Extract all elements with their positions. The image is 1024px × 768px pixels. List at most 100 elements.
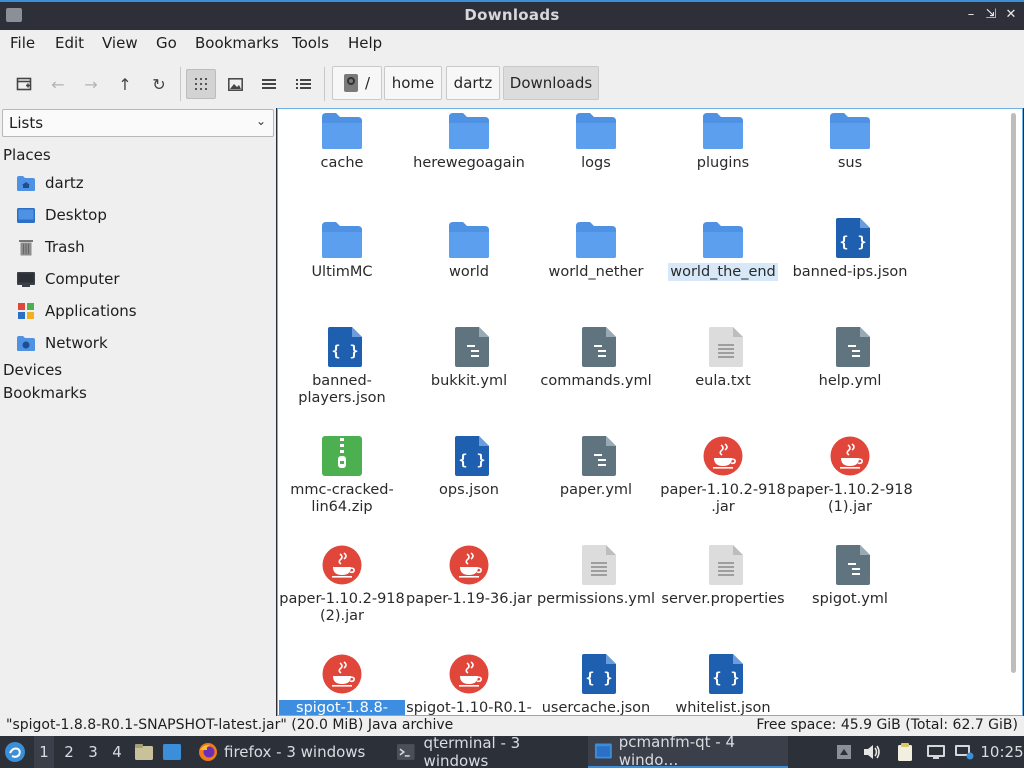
detailed-view-button[interactable]: [288, 69, 318, 99]
show-desktop-icon: [163, 744, 181, 760]
side-pane-mode-select[interactable]: Lists ⌄: [2, 109, 274, 137]
folder-file-icon: [703, 222, 743, 264]
toolbar-separator: [324, 67, 325, 101]
jar-file-icon: [703, 436, 743, 478]
title-bar: Downloads – ⇲ ✕: [0, 0, 1024, 30]
file-name: bukkit.yml: [430, 373, 508, 389]
chevron-down-icon: ⌄: [255, 114, 266, 128]
menu-view[interactable]: View: [102, 34, 138, 52]
arrow-right-icon: →: [84, 74, 98, 94]
svg-text:{ }: { }: [458, 451, 485, 469]
folder-file-icon: [449, 222, 489, 264]
arrow-up-icon: ↑: [118, 74, 132, 94]
file-view[interactable]: cache herewegoagain logs plugins sus UltimMC w…: [277, 108, 1023, 716]
file-name: commands.yml: [540, 373, 652, 389]
quicklaunch-desktop[interactable]: [162, 736, 184, 768]
place-applications[interactable]: Applications: [16, 298, 137, 324]
minimize-button[interactable]: –: [962, 6, 980, 24]
task-firefox[interactable]: firefox - 3 windows: [192, 736, 388, 768]
new-tab-icon: [16, 77, 32, 91]
folder-file-icon: [703, 113, 743, 155]
file-name: spigot.yml: [812, 591, 888, 607]
computer-icon: [16, 270, 36, 288]
start-menu-button[interactable]: [4, 736, 30, 768]
place-label: Computer: [45, 270, 120, 288]
file-name: UltimMC: [311, 264, 373, 280]
file-name: world: [449, 264, 489, 280]
breadcrumb-dartz[interactable]: dartz: [446, 66, 500, 100]
selection-info: "spigot-1.8.8-R0.1-SNAPSHOT-latest.jar" …: [6, 717, 454, 733]
clock[interactable]: 10:25: [980, 736, 1023, 768]
file-name: spigot-1.10-R0.1-: [406, 700, 532, 716]
place-label: Trash: [45, 238, 85, 256]
workspace-1[interactable]: 1: [34, 736, 54, 768]
tray-volume[interactable]: [862, 736, 884, 768]
place-trash[interactable]: Trash: [16, 234, 85, 260]
task-label: firefox - 3 windows: [224, 743, 366, 761]
file-name: plugins: [696, 155, 750, 171]
window-title: Downloads: [464, 6, 560, 24]
json-file-icon: { }: [706, 654, 746, 696]
file-name: mmc-cracked- lin64.zip: [290, 482, 394, 515]
thumbnail-view-button[interactable]: [220, 69, 250, 99]
file-name: logs: [581, 155, 611, 171]
quicklaunch-files[interactable]: [134, 736, 156, 768]
menu-bookmarks[interactable]: Bookmarks: [195, 34, 279, 52]
tray-network[interactable]: [954, 736, 976, 768]
place-network[interactable]: Network: [16, 330, 108, 356]
jar-file-icon: [449, 654, 489, 696]
breadcrumb-home[interactable]: home: [384, 66, 442, 100]
file-name: spigot-1.8.8-: [279, 700, 405, 715]
svg-text:{ }: { }: [585, 669, 612, 687]
status-bar: "spigot-1.8.8-R0.1-SNAPSHOT-latest.jar" …: [0, 716, 1024, 736]
text-file-icon: [706, 327, 746, 369]
reload-button[interactable]: ↻: [144, 69, 174, 99]
menu-edit[interactable]: Edit: [55, 34, 84, 52]
place-computer[interactable]: Computer: [16, 266, 120, 292]
place-label: dartz: [45, 174, 84, 192]
compact-view-button[interactable]: [254, 69, 284, 99]
menu-go[interactable]: Go: [156, 34, 177, 52]
menu-file[interactable]: File: [10, 34, 35, 52]
json-file-icon: { }: [579, 654, 619, 696]
menu-help[interactable]: Help: [348, 34, 382, 52]
svg-text:{ }: { }: [331, 342, 358, 360]
tray-screen[interactable]: [926, 736, 948, 768]
places-heading[interactable]: Places: [3, 146, 51, 164]
file-name: paper-1.10.2-918 (1).jar: [787, 482, 913, 515]
tray-keyboard[interactable]: [836, 736, 856, 768]
terminal-icon: [396, 744, 415, 760]
icon-view-button[interactable]: [186, 69, 216, 99]
breadcrumb-downloads[interactable]: Downloads: [503, 66, 599, 100]
file-name: world_nether: [548, 264, 644, 280]
yml-file-icon: [833, 545, 873, 587]
toolbar: ← → ↑ ↻ / home dartz Downloads: [0, 56, 1024, 108]
breadcrumb-root[interactable]: /: [332, 66, 382, 100]
file-manager-launcher-icon: [135, 744, 153, 760]
place-desktop[interactable]: Desktop: [16, 202, 107, 228]
forward-button[interactable]: →: [76, 69, 106, 99]
task-pcmanfm[interactable]: pcmanfm-qt - 4 windo…: [588, 733, 788, 768]
close-button[interactable]: ✕: [1002, 6, 1020, 24]
workspace-3[interactable]: 3: [84, 736, 102, 768]
menu-tools[interactable]: Tools: [292, 34, 329, 52]
file-name: whitelist.json: [675, 700, 771, 716]
vertical-scrollbar[interactable]: [1011, 113, 1016, 673]
folder-file-icon: [576, 113, 616, 155]
workspace-4[interactable]: 4: [108, 736, 126, 768]
new-tab-button[interactable]: [9, 69, 39, 99]
list-icon: [262, 79, 276, 89]
task-qterminal[interactable]: qterminal - 3 windows: [390, 734, 586, 768]
devices-heading[interactable]: Devices: [3, 361, 62, 379]
place-dartz[interactable]: dartz: [16, 170, 84, 196]
bookmarks-heading[interactable]: Bookmarks: [3, 384, 87, 402]
jar-file-icon: [449, 545, 489, 587]
yml-file-icon: [579, 436, 619, 478]
back-button[interactable]: ←: [43, 69, 73, 99]
jar-file-icon: [322, 545, 362, 587]
tray-clipboard[interactable]: [896, 736, 920, 768]
maximize-button[interactable]: ⇲: [982, 6, 1000, 24]
file-name: cache: [320, 155, 364, 171]
up-button[interactable]: ↑: [110, 69, 140, 99]
workspace-2[interactable]: 2: [60, 736, 78, 768]
